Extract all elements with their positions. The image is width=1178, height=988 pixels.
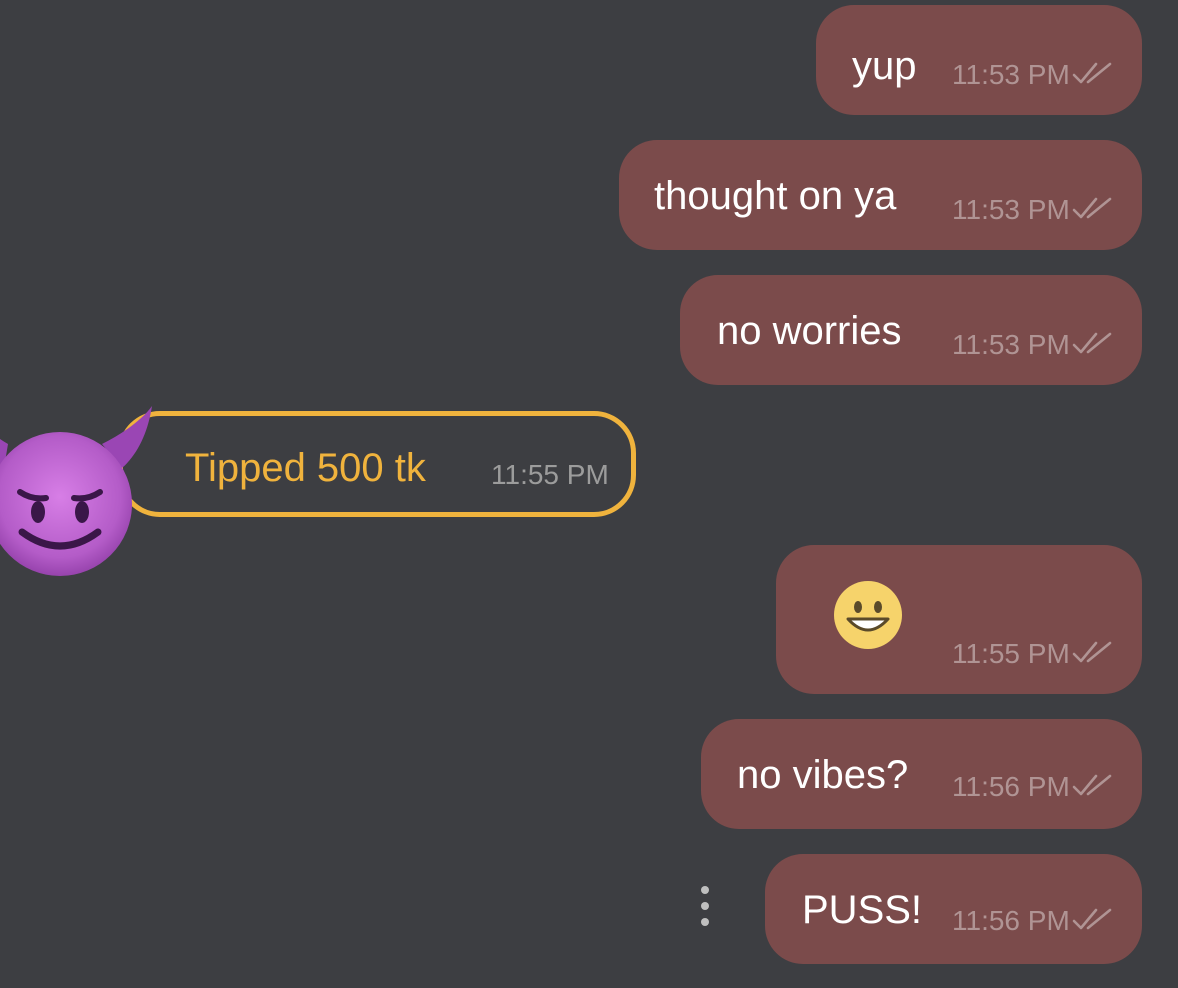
- grinning-face-emoji-icon: [834, 581, 902, 649]
- double-check-icon: [1072, 62, 1112, 84]
- outgoing-message-bubble[interactable]: PUSS! 11:56 PM: [765, 854, 1142, 964]
- message-text: yup: [852, 44, 917, 88]
- message-time: 11:53 PM: [952, 194, 1070, 225]
- message-text: no worries: [717, 309, 902, 353]
- message-time: 11:53 PM: [952, 329, 1070, 360]
- double-check-icon: [1072, 774, 1112, 796]
- smiling-devil-avatar-icon[interactable]: [0, 398, 154, 584]
- message-time: 11:56 PM: [952, 771, 1070, 802]
- message-time: 11:55 PM: [491, 459, 609, 490]
- double-check-icon: [1072, 332, 1112, 354]
- vertical-dots-icon[interactable]: [694, 884, 716, 928]
- message-text: no vibes?: [737, 753, 909, 797]
- chat-thread: yup 11:53 PM thought on ya 11:53 PM no w…: [0, 0, 1178, 988]
- outgoing-message-bubble[interactable]: thought on ya 11:53 PM: [619, 140, 1142, 250]
- message-time: 11:53 PM: [952, 59, 1070, 90]
- message-text: thought on ya: [654, 174, 897, 218]
- double-check-icon: [1072, 908, 1112, 930]
- message-time: 11:55 PM: [952, 638, 1070, 669]
- double-check-icon: [1072, 197, 1112, 219]
- outgoing-message-bubble[interactable]: no worries 11:53 PM: [680, 275, 1142, 385]
- message-text: PUSS!: [802, 888, 923, 932]
- tip-message-bubble[interactable]: Tipped 500 tk 11:55 PM: [118, 411, 636, 517]
- outgoing-message-bubble[interactable]: yup 11:53 PM: [816, 5, 1142, 115]
- message-time: 11:56 PM: [952, 905, 1070, 936]
- outgoing-message-bubble[interactable]: no vibes? 11:56 PM: [701, 719, 1142, 829]
- double-check-icon: [1072, 641, 1112, 663]
- outgoing-message-bubble[interactable]: 11:55 PM: [776, 545, 1142, 694]
- tip-text: Tipped 500 tk: [185, 446, 426, 490]
